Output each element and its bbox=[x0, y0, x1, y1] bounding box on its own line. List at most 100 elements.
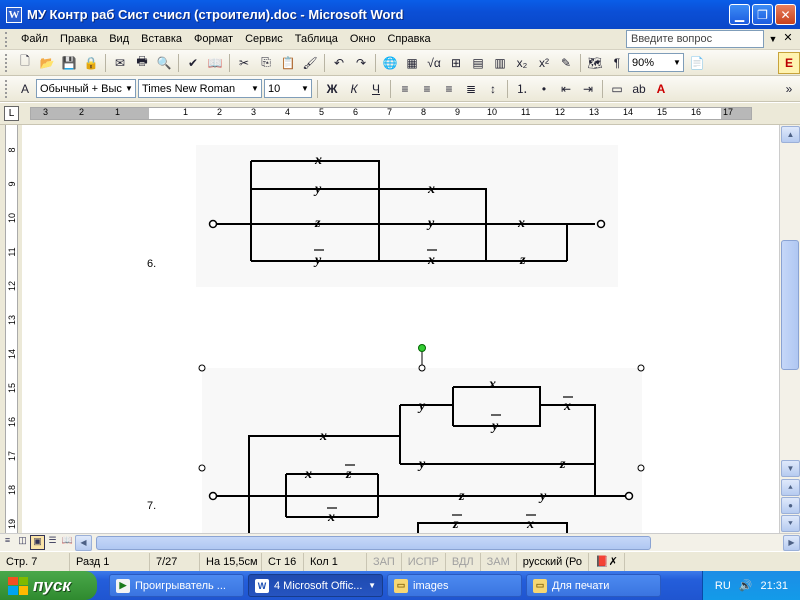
language-indicator[interactable]: RU bbox=[715, 580, 731, 592]
insert-table-icon[interactable]: ⊞ bbox=[445, 52, 467, 74]
scroll-down-icon[interactable]: ▼ bbox=[781, 460, 800, 477]
horizontal-scroll-thumb[interactable] bbox=[96, 535, 651, 550]
reading-view-icon[interactable]: 📖 bbox=[60, 535, 75, 550]
spelling-status-icon[interactable]: 📕✗ bbox=[589, 552, 625, 571]
macro-icon[interactable]: E bbox=[778, 51, 800, 74]
tables-borders-icon[interactable]: ▦ bbox=[401, 52, 423, 74]
document-page[interactable]: x y z y x y x x z 6. x y y x x y z x z x… bbox=[22, 125, 779, 533]
status-record-macro[interactable]: ЗАП bbox=[367, 552, 402, 571]
taskbar-item-print-folder[interactable]: ▭ Для печати bbox=[526, 574, 661, 597]
research-icon[interactable]: 📖 bbox=[204, 52, 226, 74]
line-spacing-icon[interactable]: ↕ bbox=[482, 78, 504, 100]
ruler-track[interactable]: 3 2 1 1 2 3 4 5 6 7 8 9 10 11 12 13 14 1… bbox=[30, 107, 752, 120]
previous-page-icon[interactable]: ⯅ bbox=[781, 479, 800, 496]
scroll-left-icon[interactable]: ◀ bbox=[75, 534, 92, 551]
chevron-down-icon[interactable]: ▼ bbox=[123, 80, 135, 97]
equation-icon[interactable]: √α bbox=[423, 52, 445, 74]
horizontal-ruler[interactable]: L 3 2 1 1 2 3 4 5 6 7 8 9 10 11 12 13 14… bbox=[0, 103, 800, 125]
resize-handle[interactable] bbox=[418, 364, 426, 372]
email-icon[interactable]: ✉ bbox=[109, 52, 131, 74]
title-bar[interactable]: W МУ Контр раб Сист счисл (строители).do… bbox=[0, 0, 800, 29]
clock[interactable]: 21:31 bbox=[760, 580, 788, 592]
menu-file[interactable]: Файл bbox=[15, 33, 54, 45]
menu-window[interactable]: Окно bbox=[344, 33, 382, 45]
new-document-icon[interactable]: 🗋 bbox=[14, 52, 36, 74]
menu-help[interactable]: Справка bbox=[381, 33, 436, 45]
close-button[interactable]: ✕ bbox=[775, 4, 796, 25]
status-track-changes[interactable]: ИСПР bbox=[402, 552, 446, 571]
start-button[interactable]: пуск bbox=[0, 571, 97, 600]
cut-icon[interactable]: ✂ bbox=[233, 52, 255, 74]
copy-icon[interactable]: ⎘ bbox=[255, 52, 277, 74]
font-color-icon[interactable]: A bbox=[650, 78, 672, 100]
superscript-icon[interactable]: x² bbox=[533, 52, 555, 74]
increase-indent-icon[interactable]: ⇥ bbox=[577, 78, 599, 100]
chevron-down-icon[interactable]: ▼ bbox=[249, 80, 261, 97]
status-pages[interactable]: 7/27 bbox=[150, 552, 200, 571]
ask-question-input[interactable]: Введите вопрос bbox=[626, 30, 764, 48]
save-icon[interactable]: 💾 bbox=[58, 52, 80, 74]
borders-icon[interactable]: ▭ bbox=[606, 78, 628, 100]
toolbar-grip[interactable] bbox=[5, 31, 9, 47]
print-layout-icon[interactable]: ▣ bbox=[30, 535, 45, 550]
permission-icon[interactable]: 🔒 bbox=[80, 52, 102, 74]
minimize-button[interactable]: ▁ bbox=[729, 4, 750, 25]
scroll-right-icon[interactable]: ▶ bbox=[783, 534, 800, 551]
menu-insert[interactable]: Вставка bbox=[135, 33, 188, 45]
chevron-down-icon[interactable]: ▼ bbox=[671, 54, 683, 71]
status-line[interactable]: Ст 16 bbox=[262, 552, 304, 571]
decrease-indent-icon[interactable]: ⇤ bbox=[555, 78, 577, 100]
menu-tools[interactable]: Сервис bbox=[239, 33, 289, 45]
align-center-icon[interactable]: ≡ bbox=[416, 78, 438, 100]
undo-icon[interactable]: ↶ bbox=[328, 52, 350, 74]
bold-icon[interactable]: Ж bbox=[321, 78, 343, 100]
insert-excel-icon[interactable]: ▤ bbox=[467, 52, 489, 74]
font-size-select[interactable]: 10 ▼ bbox=[264, 79, 312, 98]
document-map-icon[interactable]: 🗺 bbox=[584, 52, 606, 74]
format-painter-icon[interactable]: 🖌 bbox=[299, 52, 321, 74]
taskbar-item-images[interactable]: ▭ images bbox=[387, 574, 522, 597]
scroll-up-icon[interactable]: ▲ bbox=[781, 126, 800, 143]
subscript-icon[interactable]: x₂ bbox=[511, 52, 533, 74]
web-view-icon[interactable]: ◫ bbox=[15, 535, 30, 550]
read-mode-icon[interactable]: 📄 bbox=[686, 52, 708, 74]
menu-format[interactable]: Формат bbox=[188, 33, 239, 45]
word-app-icon[interactable]: W bbox=[6, 6, 22, 23]
status-extend[interactable]: ВДЛ bbox=[446, 552, 481, 571]
resize-handle[interactable] bbox=[198, 464, 206, 472]
resize-handle[interactable] bbox=[637, 364, 645, 372]
bullets-icon[interactable]: • bbox=[533, 78, 555, 100]
spelling-icon[interactable]: ✔ bbox=[182, 52, 204, 74]
tab-selector-icon[interactable]: L bbox=[4, 106, 19, 121]
resize-handle[interactable] bbox=[198, 364, 206, 372]
show-formatting-icon[interactable]: ¶ bbox=[606, 52, 628, 74]
hyperlink-icon[interactable]: 🌐 bbox=[379, 52, 401, 74]
redo-icon[interactable]: ↷ bbox=[350, 52, 372, 74]
normal-view-icon[interactable]: ≡ bbox=[0, 535, 15, 550]
status-overtype[interactable]: ЗАМ bbox=[481, 552, 517, 571]
resize-handle[interactable] bbox=[637, 464, 645, 472]
menu-edit[interactable]: Правка bbox=[54, 33, 103, 45]
toolbar-grip[interactable] bbox=[5, 53, 9, 72]
maximize-button[interactable]: ❐ bbox=[752, 4, 773, 25]
browse-object-icon[interactable]: ● bbox=[781, 497, 800, 514]
status-column[interactable]: Кол 1 bbox=[304, 552, 367, 571]
menu-view[interactable]: Вид bbox=[103, 33, 135, 45]
justify-icon[interactable]: ≣ bbox=[460, 78, 482, 100]
columns-icon[interactable]: ▥ bbox=[489, 52, 511, 74]
vertical-ruler[interactable]: 8 9 10 11 12 13 14 15 16 17 18 19 bbox=[0, 125, 22, 533]
taskbar-item-player[interactable]: ▶ Проигрыватель ... bbox=[109, 574, 244, 597]
rotate-handle[interactable] bbox=[418, 344, 426, 352]
chevron-down-icon[interactable]: ▼ bbox=[299, 80, 311, 97]
toolbar-options-icon[interactable]: » bbox=[778, 78, 800, 100]
align-right-icon[interactable]: ≡ bbox=[438, 78, 460, 100]
status-page[interactable]: Стр. 7 bbox=[0, 552, 70, 571]
zoom-select[interactable]: 90% ▼ bbox=[628, 53, 684, 72]
volume-icon[interactable]: 🔊 bbox=[739, 579, 753, 592]
status-language[interactable]: русский (Ро bbox=[517, 552, 589, 571]
next-page-icon[interactable]: ⯆ bbox=[781, 515, 800, 532]
paste-icon[interactable]: 📋 bbox=[277, 52, 299, 74]
style-select[interactable]: Обычный + Выс ▼ bbox=[36, 79, 136, 98]
drawing-icon[interactable]: ✎ bbox=[555, 52, 577, 74]
outline-view-icon[interactable]: ☰ bbox=[45, 535, 60, 550]
